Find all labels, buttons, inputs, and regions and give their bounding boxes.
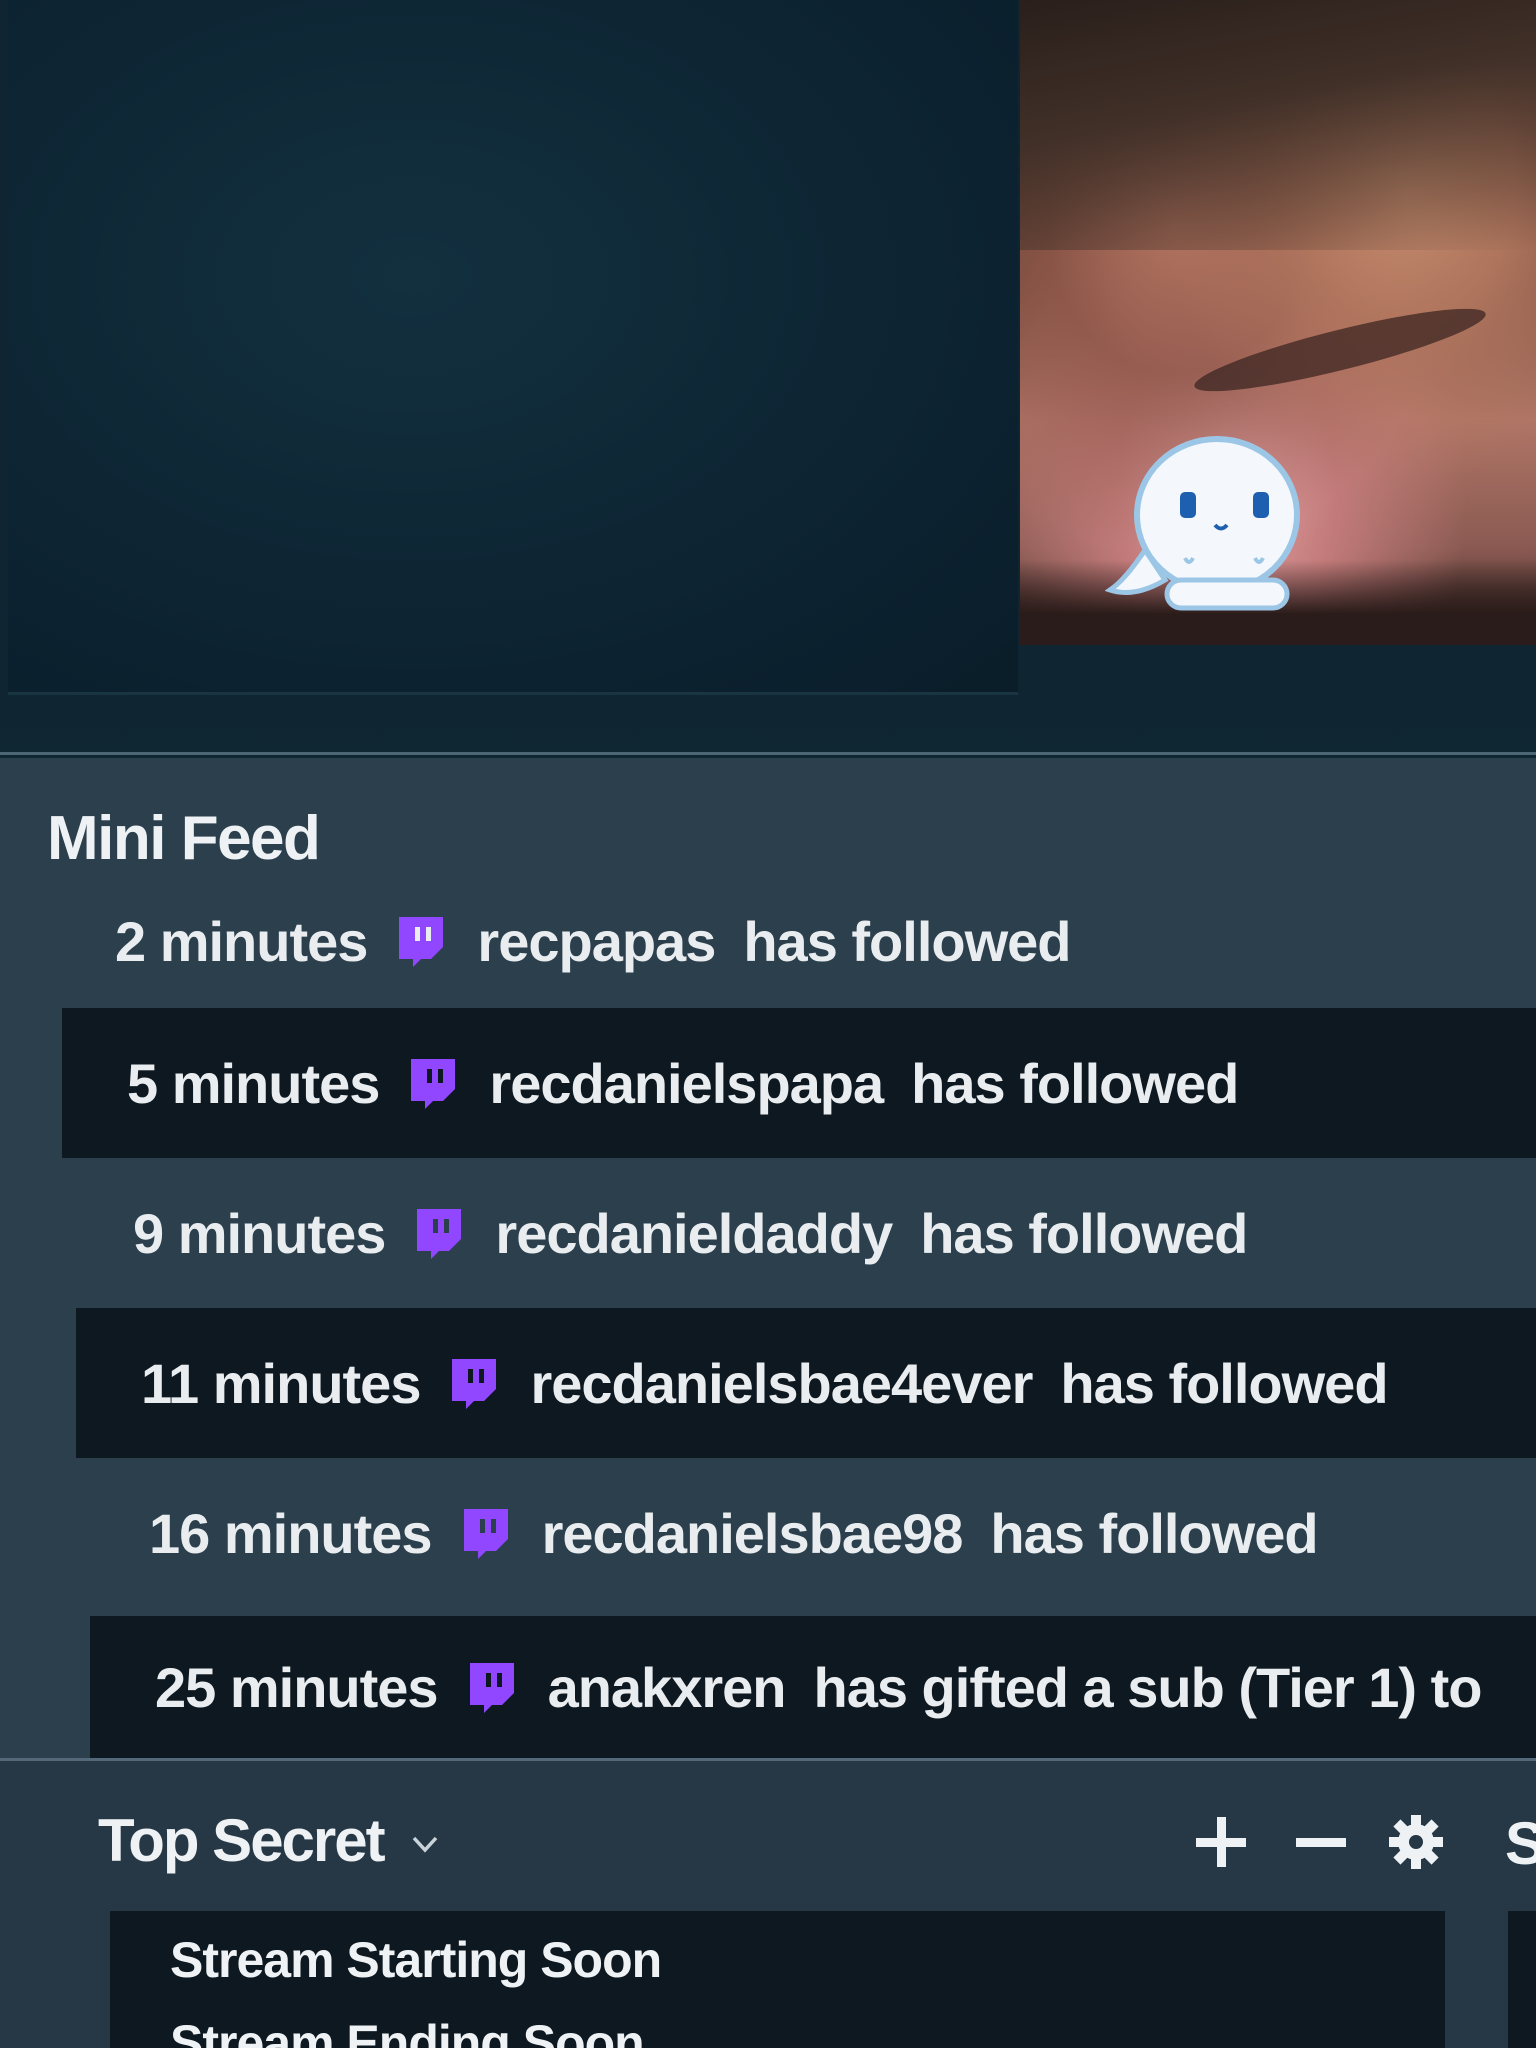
- feed-username: recpapas: [477, 909, 716, 973]
- feed-time: 9 minutes: [133, 1201, 386, 1265]
- feed-action: has gifted a sub (Tier 1) to: [813, 1655, 1483, 1719]
- feed-item[interactable]: 9 minutes recdanieldaddy has followed: [68, 1158, 1536, 1308]
- feed-item[interactable]: 25 minutes anakxren has gifted a sub (Ti…: [90, 1616, 1536, 1758]
- scene-canvas[interactable]: [8, 0, 1018, 695]
- feed-username: recdanielsbae98: [541, 1501, 964, 1565]
- twitch-icon: [469, 1663, 514, 1713]
- twitch-icon: [452, 1359, 497, 1409]
- preview-divider: [0, 752, 1536, 755]
- feed-username: recdanielsbae4ever: [530, 1351, 1033, 1415]
- webcam-hair-shade: [1020, 0, 1536, 250]
- scene-collection-title[interactable]: Top Secret: [98, 1806, 386, 1875]
- ghost-icon[interactable]: [1105, 430, 1305, 620]
- mini-feed-panel: Mini Feed 2 minutes recpapas has followe…: [0, 758, 1536, 1758]
- feed-time: 25 minutes: [155, 1655, 439, 1719]
- feed-item[interactable]: 5 minutes recdanielspapa has followed: [62, 1008, 1536, 1158]
- sources-panel-edge: [1508, 1911, 1536, 2048]
- feed-action: has followed: [911, 1051, 1239, 1115]
- twitch-icon: [411, 1059, 456, 1109]
- twitch-icon: [417, 1209, 462, 1259]
- overflow-button[interactable]: S: [1505, 1809, 1536, 1878]
- scene-item[interactable]: Stream Ending Soon: [170, 2014, 645, 2048]
- scene-list: Stream Starting Soon Stream Ending Soon: [110, 1911, 1445, 2048]
- feed-action: has followed: [1060, 1351, 1388, 1415]
- feed-username: recdanieldaddy: [495, 1201, 893, 1265]
- stream-preview: [0, 0, 1536, 700]
- feed-item[interactable]: 2 minutes recpapas has followed: [60, 866, 1536, 1016]
- mini-feed-title: Mini Feed: [47, 804, 321, 873]
- feed-action: has followed: [920, 1201, 1248, 1265]
- feed-action: has followed: [990, 1501, 1318, 1565]
- feed-time: 2 minutes: [115, 909, 368, 973]
- twitch-icon: [463, 1509, 508, 1559]
- scene-item[interactable]: Stream Starting Soon: [170, 1931, 662, 1989]
- plus-icon[interactable]: [1190, 1811, 1252, 1873]
- feed-action: has followed: [743, 909, 1071, 973]
- feed-username: recdanielspapa: [489, 1051, 884, 1115]
- feed-time: 11 minutes: [141, 1351, 421, 1415]
- webcam-brow-shade: [1189, 294, 1491, 406]
- feed-username: anakxren: [547, 1655, 787, 1719]
- stream-studio-window: Mini Feed 2 minutes recpapas has followe…: [0, 0, 1536, 2048]
- feed-item[interactable]: 11 minutes recdanielsbae4ever has follow…: [76, 1308, 1536, 1458]
- feed-time: 5 minutes: [127, 1051, 380, 1115]
- chevron-down-icon[interactable]: [410, 1829, 440, 1859]
- gear-icon[interactable]: [1385, 1811, 1447, 1873]
- minus-icon[interactable]: [1290, 1811, 1352, 1873]
- feed-time: 16 minutes: [149, 1501, 433, 1565]
- scenes-dock: Top Secret S Stream Starting Soon Stream…: [0, 1761, 1536, 2048]
- feed-item[interactable]: 16 minutes recdanielsbae98 has followed: [84, 1458, 1536, 1608]
- twitch-icon: [399, 917, 444, 967]
